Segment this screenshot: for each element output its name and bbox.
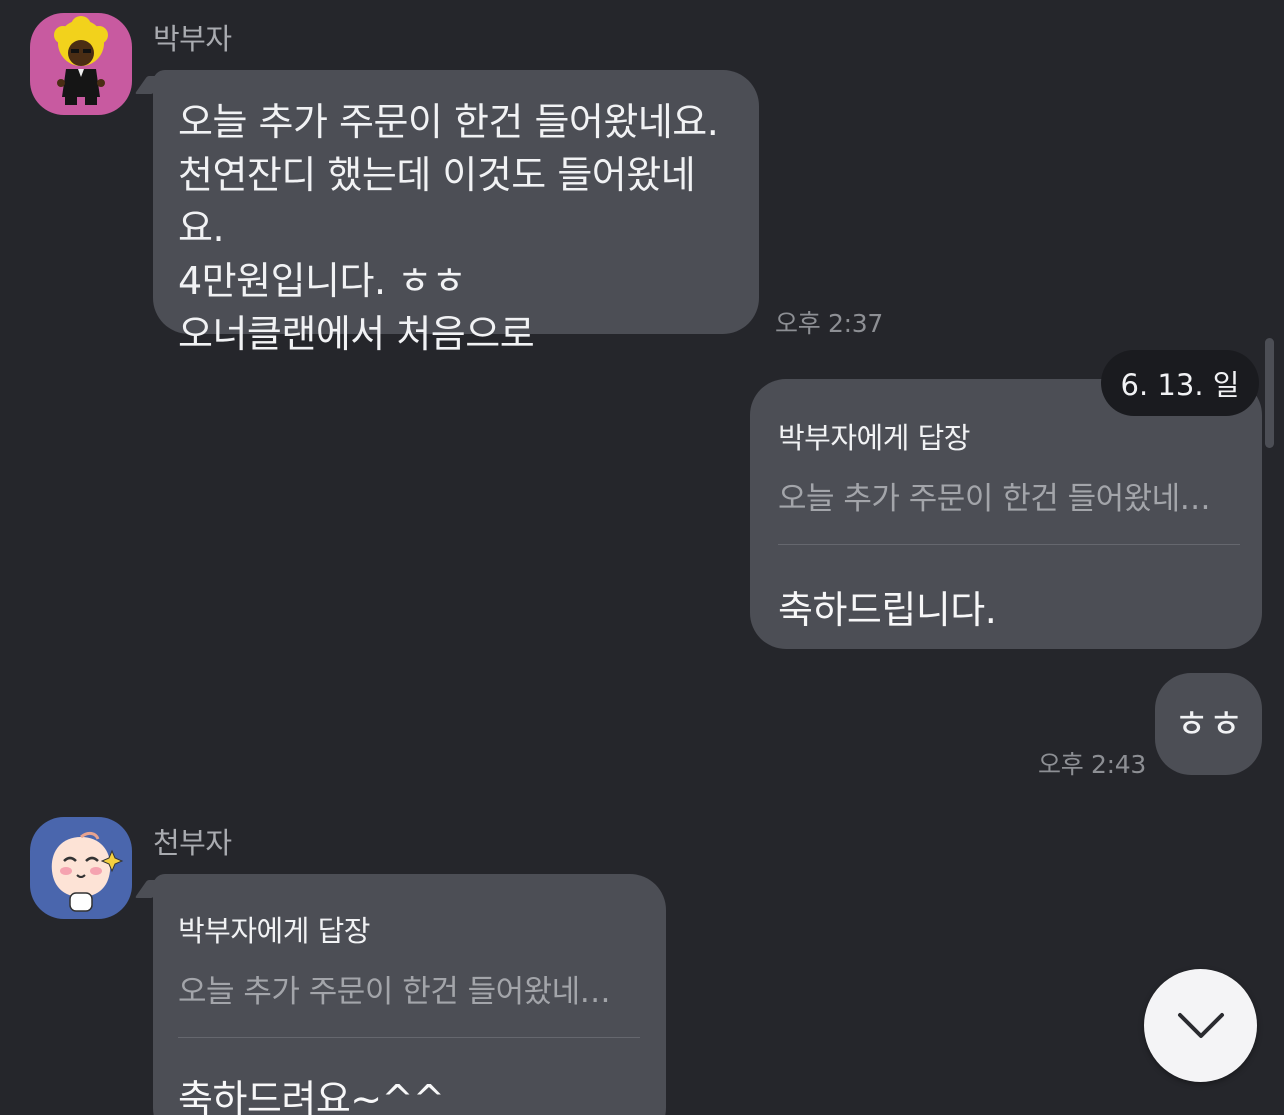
reply-quote: 오늘 추가 주문이 한건 들어왔네… — [778, 481, 1211, 517]
reply-bubble-2[interactable]: 박부자에게 답장 오늘 추가 주문이 한건 들어왔네… 축하드려요~^^ — [153, 874, 666, 1115]
reply-title-2: 박부자에게 답장 — [178, 914, 370, 948]
sender-name-2: 천부자 — [153, 826, 232, 860]
reply-divider — [778, 544, 1240, 545]
sender-avatar-2[interactable] — [30, 817, 132, 919]
message-bubble-1[interactable]: 오늘 추가 주문이 한건 들어왔네요. 천연잔디 했는데 이것도 들어왔네요. … — [153, 70, 759, 356]
date-chip: 6. 13. 일 — [1101, 350, 1259, 416]
reply-divider-2 — [178, 1037, 640, 1038]
sender-name-1: 박부자 — [153, 22, 232, 56]
scrollbar[interactable] — [1265, 338, 1274, 448]
sender-avatar-1[interactable] — [30, 13, 132, 115]
message-bubble-own-2[interactable]: ㅎㅎ — [1155, 673, 1262, 775]
reply-bubble-own[interactable]: 박부자에게 답장 오늘 추가 주문이 한건 들어왔네… 축하드립니다. — [750, 379, 1262, 649]
scroll-to-bottom-button[interactable] — [1144, 969, 1257, 1082]
reply-title: 박부자에게 답장 — [778, 421, 970, 455]
chevron-down-icon — [1177, 1012, 1224, 1038]
reply-quote-2: 오늘 추가 주문이 한건 들어왔네… — [178, 974, 611, 1010]
message-text-1: 오늘 추가 주문이 한건 들어왔네요. 천연잔디 했는데 이것도 들어왔네요. … — [178, 100, 719, 356]
message-time-1: 오후 2:37 — [775, 309, 883, 338]
reply-message-text: 축하드립니다. — [778, 588, 997, 632]
afro-character-avatar — [54, 16, 108, 105]
message-text-own-2: ㅎㅎ — [1174, 702, 1243, 746]
reply-message-text-2: 축하드려요~^^ — [178, 1077, 445, 1115]
message-time-own-2: 오후 2:43 — [1038, 750, 1146, 779]
chat-screen: 박부자 오늘 추가 주문이 한건 들어왔네요. 천연잔디 했는데 이것도 들어왔… — [0, 0, 1284, 1115]
peach-character-avatar — [51, 831, 124, 912]
